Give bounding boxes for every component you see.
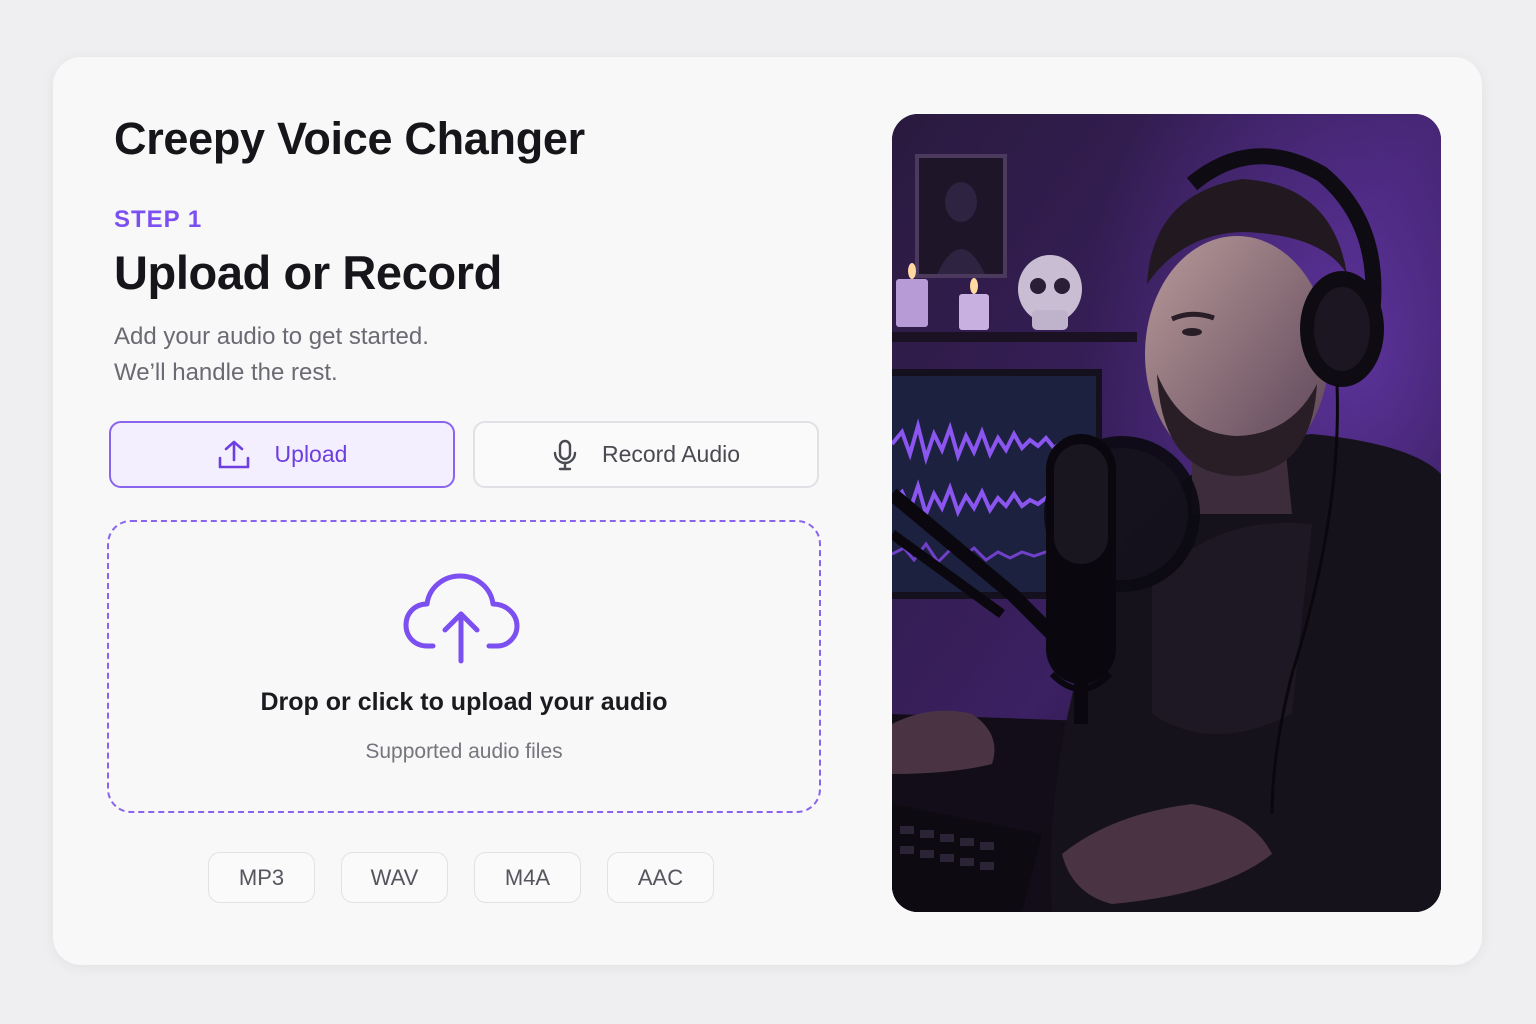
hero-image	[892, 114, 1441, 912]
upload-button[interactable]: Upload	[109, 421, 455, 488]
dropzone-subtitle: Supported audio files	[365, 740, 563, 763]
upload-icon	[217, 439, 251, 471]
format-chip-mp3: MP3	[208, 852, 315, 903]
subtitle-line-1: Add your audio to get started.	[114, 323, 429, 350]
format-chip-aac: AAC	[607, 852, 714, 903]
cloud-upload-icon	[403, 570, 521, 671]
step-title: Upload or Record	[114, 246, 502, 299]
record-audio-button[interactable]: Record Audio	[473, 421, 819, 488]
dropzone-title: Drop or click to upload your audio	[260, 688, 668, 716]
step-subtitle: Add your audio to get started. We’ll han…	[114, 319, 429, 391]
upload-button-label: Upload	[274, 441, 348, 467]
main-card: Creepy Voice Changer STEP 1 Upload or Re…	[53, 57, 1482, 965]
supported-formats: MP3 WAV M4A AAC	[208, 852, 714, 903]
subtitle-line-2: We’ll handle the rest.	[114, 359, 338, 386]
format-chip-wav: WAV	[341, 852, 448, 903]
microphone-icon	[552, 439, 578, 471]
upload-dropzone[interactable]: Drop or click to upload your audio Suppo…	[107, 520, 821, 813]
format-chip-m4a: M4A	[474, 852, 581, 903]
app-title: Creepy Voice Changer	[114, 113, 585, 164]
record-button-label: Record Audio	[601, 441, 741, 467]
step-label: STEP 1	[114, 206, 203, 233]
